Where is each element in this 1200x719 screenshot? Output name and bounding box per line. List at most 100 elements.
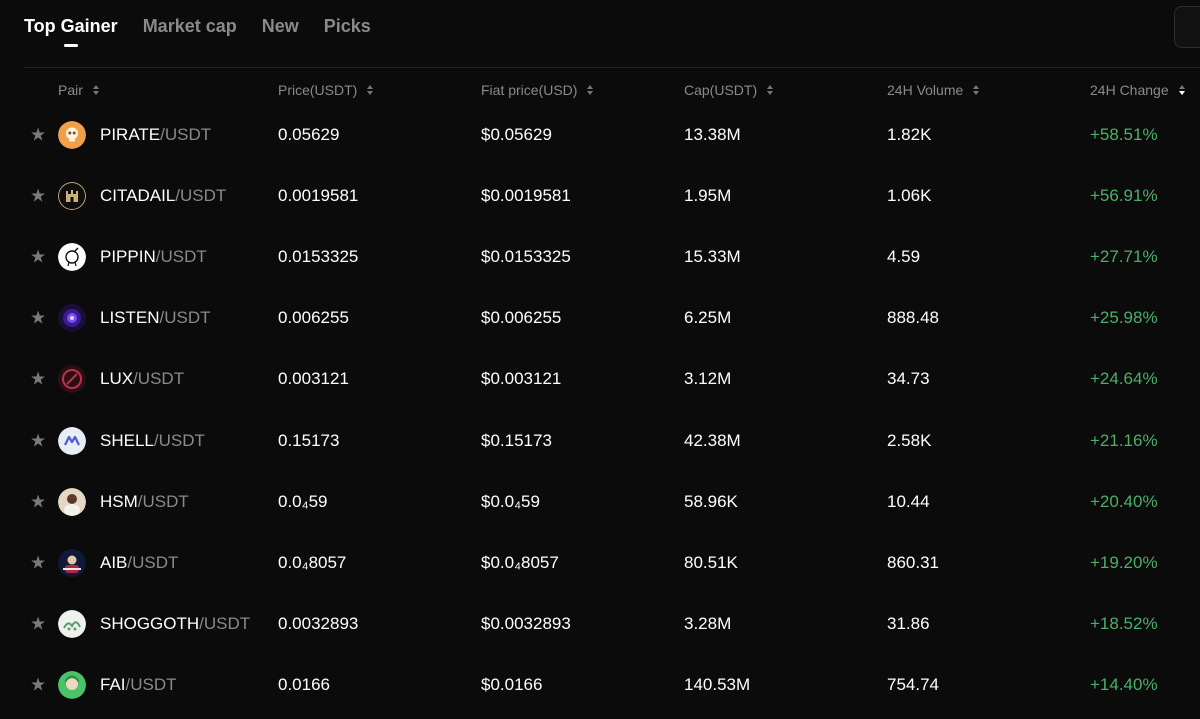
volume-value: 860.31 xyxy=(887,552,939,572)
tab-top-gainer[interactable]: Top Gainer xyxy=(24,12,118,52)
fiat-price-value: $0.003121 xyxy=(481,369,562,389)
pair-name[interactable]: CITADAIL/USDT xyxy=(100,186,226,206)
favorite-star-icon[interactable]: ★ xyxy=(30,676,47,694)
price-value: 0.006255 xyxy=(278,308,349,328)
table-row[interactable]: ★ LISTEN/USDT 0.006255 $0.006255 6.25M 8… xyxy=(0,288,1200,349)
tab-new[interactable]: New xyxy=(262,12,299,52)
pair-name[interactable]: PIRATE/USDT xyxy=(100,125,211,145)
pippin-unicorn-icon xyxy=(58,242,86,271)
pair-base: PIPPIN xyxy=(100,246,156,266)
pair-name[interactable]: PIPPIN/USDT xyxy=(100,247,207,267)
volume-value: 31.86 xyxy=(887,614,930,634)
sort-icon xyxy=(767,85,774,95)
fiat-price-value: $0.0019581 xyxy=(481,185,571,205)
table-row[interactable]: ★ FAI/USDT 0.0166 $0.0166 140.53M 754.74… xyxy=(0,655,1200,716)
tab-market-cap[interactable]: Market cap xyxy=(143,12,237,52)
favorite-star-icon[interactable]: ★ xyxy=(30,370,47,388)
pair-base: LUX xyxy=(100,369,134,389)
volume-value: 888.48 xyxy=(887,308,939,328)
fiat-price-value: $0.0₄8057 xyxy=(481,552,559,572)
change-value: +24.64% xyxy=(1090,369,1158,389)
pair-quote: /USDT xyxy=(153,430,205,450)
column-price-label: Price(USDT) xyxy=(278,82,358,98)
cap-value: 1.95M xyxy=(684,185,732,205)
pair-quote: /USDT xyxy=(133,369,185,389)
change-value: +56.91% xyxy=(1090,185,1158,205)
lux-logo-icon xyxy=(58,365,86,394)
price-value: 0.0₄59 xyxy=(278,491,328,511)
pirate-skull-icon xyxy=(58,120,86,149)
fiat-price-value: $0.0166 xyxy=(481,675,543,695)
pair-name[interactable]: LISTEN/USDT xyxy=(100,308,211,328)
favorite-star-icon[interactable]: ★ xyxy=(30,186,47,204)
change-value: +27.71% xyxy=(1090,246,1158,266)
favorite-star-icon[interactable]: ★ xyxy=(30,247,47,265)
fiat-price-value: $0.0₄59 xyxy=(481,491,540,511)
column-price[interactable]: Price(USDT) xyxy=(278,82,374,98)
sort-icon xyxy=(973,85,980,95)
table-row[interactable]: ★ PIPPIN/USDT 0.0153325 $0.0153325 15.33… xyxy=(0,226,1200,287)
pair-quote: /USDT xyxy=(137,491,189,511)
price-value: 0.05629 xyxy=(278,124,340,144)
table-row[interactable]: ★ PIRATE/USDT 0.05629 $0.05629 13.38M 1.… xyxy=(0,104,1200,165)
pair-name[interactable]: AIB/USDT xyxy=(100,553,178,573)
tab-picks[interactable]: Picks xyxy=(324,12,371,52)
pair-quote: /USDT xyxy=(160,124,212,144)
table-row[interactable]: ★ SHELL/USDT 0.15173 $0.15173 42.38M 2.5… xyxy=(0,410,1200,471)
column-pair[interactable]: Pair xyxy=(58,82,99,98)
cap-value: 140.53M xyxy=(684,675,751,695)
sort-icon xyxy=(367,85,374,95)
pair-quote: /USDT xyxy=(155,246,207,266)
sort-icon xyxy=(587,85,594,95)
pair-base: SHELL xyxy=(100,430,154,450)
top-right-button[interactable] xyxy=(1174,6,1200,48)
cap-value: 80.51K xyxy=(684,552,738,572)
pair-name[interactable]: HSM/USDT xyxy=(100,492,189,512)
column-change[interactable]: 24H Change xyxy=(1090,82,1185,98)
favorite-star-icon[interactable]: ★ xyxy=(30,431,47,449)
pair-name[interactable]: FAI/USDT xyxy=(100,675,177,695)
cap-value: 58.96K xyxy=(684,491,738,511)
price-value: 0.0019581 xyxy=(278,185,359,205)
change-value: +58.51% xyxy=(1090,124,1158,144)
pair-name[interactable]: LUX/USDT xyxy=(100,369,184,389)
favorite-star-icon[interactable]: ★ xyxy=(30,309,47,327)
column-cap-label: Cap(USDT) xyxy=(684,82,758,98)
change-value: +25.98% xyxy=(1090,308,1158,328)
favorite-star-icon[interactable]: ★ xyxy=(30,553,47,571)
aib-avatar-icon xyxy=(58,548,86,577)
pair-quote: /USDT xyxy=(127,552,179,572)
table-row[interactable]: ★ SHOGGOTH/USDT 0.0032893 $0.0032893 3.2… xyxy=(0,594,1200,655)
change-value: +20.40% xyxy=(1090,491,1158,511)
cap-value: 3.28M xyxy=(684,614,732,634)
volume-value: 2.58K xyxy=(887,430,932,450)
column-volume[interactable]: 24H Volume xyxy=(887,82,980,98)
column-cap[interactable]: Cap(USDT) xyxy=(684,82,774,98)
favorite-star-icon[interactable]: ★ xyxy=(30,125,47,143)
price-value: 0.15173 xyxy=(278,430,340,450)
citadail-castle-icon xyxy=(58,181,86,210)
volume-value: 4.59 xyxy=(887,246,921,266)
pair-base: FAI xyxy=(100,675,126,695)
cap-value: 42.38M xyxy=(684,430,741,450)
favorite-star-icon[interactable]: ★ xyxy=(30,492,47,510)
pair-name[interactable]: SHELL/USDT xyxy=(100,431,205,451)
sort-icon xyxy=(92,85,99,95)
price-value: 0.0153325 xyxy=(278,246,359,266)
pair-base: AIB xyxy=(100,552,128,572)
shoggoth-logo-icon xyxy=(58,610,86,639)
change-value: +21.16% xyxy=(1090,430,1158,450)
table-row[interactable]: ★ CITADAIL/USDT 0.0019581 $0.0019581 1.9… xyxy=(0,165,1200,226)
column-fiat-price[interactable]: Fiat price(USD) xyxy=(481,82,594,98)
table-row[interactable]: ★ AIB/USDT 0.0₄8057 $0.0₄8057 80.51K 860… xyxy=(0,532,1200,593)
volume-value: 1.06K xyxy=(887,185,932,205)
pair-name[interactable]: SHOGGOTH/USDT xyxy=(100,614,250,634)
favorite-star-icon[interactable]: ★ xyxy=(30,615,47,633)
price-value: 0.0₄8057 xyxy=(278,552,347,572)
table-row[interactable]: ★ HSM/USDT 0.0₄59 $0.0₄59 58.96K 10.44 +… xyxy=(0,471,1200,532)
hsm-avatar-icon xyxy=(58,487,86,516)
volume-value: 10.44 xyxy=(887,491,930,511)
pair-quote: /USDT xyxy=(199,614,251,634)
table-row[interactable]: ★ LUX/USDT 0.003121 $0.003121 3.12M 34.7… xyxy=(0,349,1200,410)
pair-base: PIRATE xyxy=(100,124,161,144)
